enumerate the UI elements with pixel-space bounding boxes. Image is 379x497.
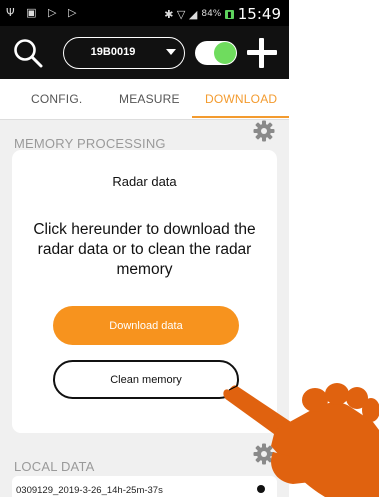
clock: 15:49 bbox=[237, 5, 281, 23]
tab-bar: CONFIG. MEASURE DOWNLOAD bbox=[0, 79, 289, 120]
download-data-button[interactable]: Download data bbox=[53, 306, 239, 345]
toggle-knob bbox=[214, 42, 236, 64]
tab-config[interactable]: CONFIG. bbox=[31, 92, 82, 106]
card-title: Radar data bbox=[112, 174, 177, 189]
memory-section-title: MEMORY PROCESSING bbox=[14, 136, 166, 151]
clean-memory-button[interactable]: Clean memory bbox=[53, 360, 239, 399]
device-select[interactable]: 19B0019 bbox=[63, 37, 185, 69]
tab-download[interactable]: DOWNLOAD bbox=[205, 92, 277, 106]
file-name: 0309129_2019-3-26_14h-25m-37s bbox=[16, 485, 163, 496]
battery-percent: 84% bbox=[201, 9, 222, 19]
chevron-down-icon bbox=[166, 49, 176, 55]
status-right: ✱ ▽ ◢ 84% ▮ 15:49 bbox=[164, 5, 281, 23]
notification-icons: Ψ ▣ ▷ ▷ bbox=[6, 6, 81, 19]
pointing-hand-icon bbox=[223, 383, 379, 497]
signal-icons: ✱ ▽ ◢ bbox=[164, 7, 198, 21]
connection-toggle[interactable] bbox=[195, 41, 237, 65]
device-select-value: 19B0019 bbox=[90, 46, 136, 58]
card-description: Click hereunder to download the radar da… bbox=[33, 221, 256, 278]
plus-icon[interactable] bbox=[247, 38, 277, 68]
active-tab-indicator bbox=[192, 116, 289, 118]
local-data-section-title: LOCAL DATA bbox=[14, 459, 95, 474]
search-icon[interactable] bbox=[13, 38, 43, 68]
gear-icon[interactable] bbox=[253, 120, 275, 142]
tab-measure[interactable]: MEASURE bbox=[119, 92, 180, 106]
battery-icon: ▮ bbox=[225, 9, 234, 19]
status-bar: Ψ ▣ ▷ ▷ ✱ ▽ ◢ 84% ▮ 15:49 bbox=[0, 0, 289, 26]
app-bar: 19B0019 bbox=[0, 26, 289, 79]
